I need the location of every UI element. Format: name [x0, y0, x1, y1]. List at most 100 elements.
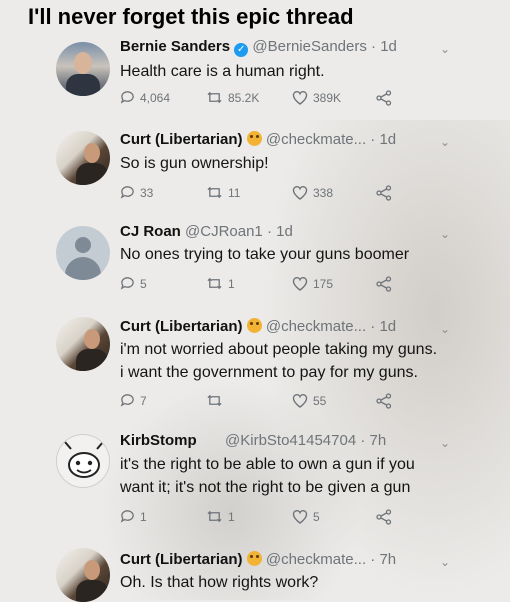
- heart-icon: [292, 91, 308, 105]
- chevron-down-icon[interactable]: ⌄: [440, 42, 450, 56]
- angry-emoji-icon: [246, 551, 262, 566]
- timestamp[interactable]: · 1d: [371, 38, 397, 55]
- reply-button[interactable]: 1: [120, 509, 147, 524]
- retweet-button[interactable]: 11: [206, 185, 240, 200]
- retweet-icon: [207, 510, 222, 523]
- angry-emoji-icon: [246, 318, 262, 333]
- retweet-button[interactable]: 1: [206, 276, 235, 291]
- reply-count: 7: [140, 393, 147, 408]
- share-button[interactable]: [376, 509, 392, 525]
- display-name[interactable]: Curt (Libertarian): [120, 551, 243, 568]
- retweet-icon: [207, 91, 222, 104]
- reply-count: 5: [140, 276, 147, 291]
- chevron-down-icon[interactable]: ⌄: [440, 322, 450, 336]
- chevron-down-icon[interactable]: ⌄: [440, 135, 450, 149]
- share-icon: [376, 185, 392, 201]
- chevron-down-icon[interactable]: ⌄: [440, 436, 450, 450]
- timestamp[interactable]: · 1d: [370, 131, 396, 148]
- reply-count: 4,064: [140, 90, 171, 105]
- display-name[interactable]: KirbStomp: [120, 432, 197, 449]
- tweet-text: i'm not worried about people taking my g…: [120, 338, 450, 384]
- avatar-jacket: [76, 580, 108, 602]
- like-button[interactable]: 175: [292, 276, 333, 291]
- reply-icon: [120, 510, 134, 523]
- devil-face-icon: [64, 441, 104, 478]
- avatar-jacket: [76, 163, 108, 185]
- avatar[interactable]: [56, 434, 110, 488]
- chevron-down-icon[interactable]: ⌄: [440, 227, 450, 241]
- tweet-header: Curt (Libertarian) @checkmate... · 7h: [120, 551, 396, 568]
- tweet-text: No ones trying to take your guns boomer: [120, 243, 450, 266]
- retweet-count: 1: [228, 509, 235, 524]
- handle[interactable]: @CJRoan1: [185, 223, 263, 240]
- handle[interactable]: @BernieSanders: [252, 38, 366, 55]
- handle[interactable]: @checkmate...: [266, 318, 366, 335]
- heart-icon: [292, 510, 308, 524]
- share-button[interactable]: [376, 393, 392, 409]
- share-button[interactable]: [376, 90, 392, 106]
- share-icon: [376, 509, 392, 525]
- retweet-count: 11: [228, 185, 241, 200]
- handle[interactable]: @checkmate...: [266, 551, 366, 568]
- avatar[interactable]: [56, 548, 110, 602]
- like-count: 5: [313, 509, 320, 524]
- avatar-face: [84, 143, 100, 163]
- timestamp[interactable]: · 1d: [370, 318, 396, 335]
- timestamp[interactable]: · 7h: [370, 551, 396, 568]
- like-count: 55: [313, 393, 327, 408]
- retweet-icon: [207, 186, 222, 199]
- share-button[interactable]: [376, 185, 392, 201]
- retweet-icon: [207, 277, 222, 290]
- tweet-actions: 33 11 338: [120, 185, 410, 205]
- retweet-count: 85.2K: [228, 90, 260, 105]
- share-button[interactable]: [376, 276, 392, 292]
- display-name[interactable]: Bernie Sanders: [120, 38, 230, 55]
- like-button[interactable]: 55: [292, 393, 326, 408]
- retweet-button[interactable]: 85.2K: [206, 90, 259, 105]
- tweet-line: it's the right to be able to own a gun i…: [120, 456, 415, 473]
- reply-button[interactable]: 4,064: [120, 90, 170, 105]
- avatar-suit: [66, 74, 100, 96]
- tweet-header: Bernie Sanders ✓ @BernieSanders · 1d: [120, 38, 397, 57]
- retweet-button[interactable]: [206, 393, 223, 408]
- tweet-text: Health care is a human right.: [120, 60, 450, 83]
- like-count: 338: [313, 185, 334, 200]
- avatar[interactable]: [56, 226, 110, 280]
- like-button[interactable]: 338: [292, 185, 333, 200]
- angry-emoji-icon: [246, 131, 262, 146]
- default-avatar-body: [65, 257, 101, 280]
- reply-button[interactable]: 7: [120, 393, 147, 408]
- reply-icon: [120, 277, 134, 290]
- retweet-count: 1: [228, 276, 235, 291]
- avatar[interactable]: [56, 317, 110, 371]
- timestamp[interactable]: · 1d: [267, 223, 293, 240]
- timestamp[interactable]: · 7h: [360, 432, 386, 449]
- tweet-line: No ones trying to take your guns boomer: [120, 246, 410, 263]
- display-name[interactable]: Curt (Libertarian): [120, 131, 243, 148]
- avatar[interactable]: [56, 131, 110, 185]
- retweet-button[interactable]: 1: [206, 509, 235, 524]
- chevron-down-icon[interactable]: ⌄: [440, 555, 450, 569]
- handle[interactable]: @KirbSto41454704: [225, 432, 356, 449]
- tweet-text: it's the right to be able to own a gun i…: [120, 453, 450, 499]
- tweet-line: Oh. Is that how rights work?: [120, 574, 319, 591]
- tweet-header: KirbStomp @KirbSto41454704 · 7h: [120, 432, 386, 449]
- tweet-actions: 7 55: [120, 393, 410, 413]
- display-name[interactable]: Curt (Libertarian): [120, 318, 243, 335]
- tweet-line: So is gun ownership!: [120, 155, 269, 172]
- reply-button[interactable]: 5: [120, 276, 147, 291]
- reply-count: 33: [140, 185, 154, 200]
- reply-button[interactable]: 33: [120, 185, 153, 200]
- tweet-actions: 1 1 5: [120, 509, 410, 529]
- display-name[interactable]: CJ Roan: [120, 223, 181, 240]
- like-button[interactable]: 5: [292, 509, 320, 524]
- like-button[interactable]: 389K: [292, 90, 341, 105]
- like-count: 389K: [313, 90, 342, 105]
- tweet-header: Curt (Libertarian) @checkmate... · 1d: [120, 318, 396, 335]
- tweet-text: Oh. Is that how rights work?: [120, 571, 450, 594]
- handle[interactable]: @checkmate...: [266, 131, 366, 148]
- share-icon: [376, 276, 392, 292]
- avatar[interactable]: [56, 42, 110, 96]
- avatar-face: [84, 329, 100, 349]
- tweet-line: want it; it's not the right to be given …: [120, 479, 411, 496]
